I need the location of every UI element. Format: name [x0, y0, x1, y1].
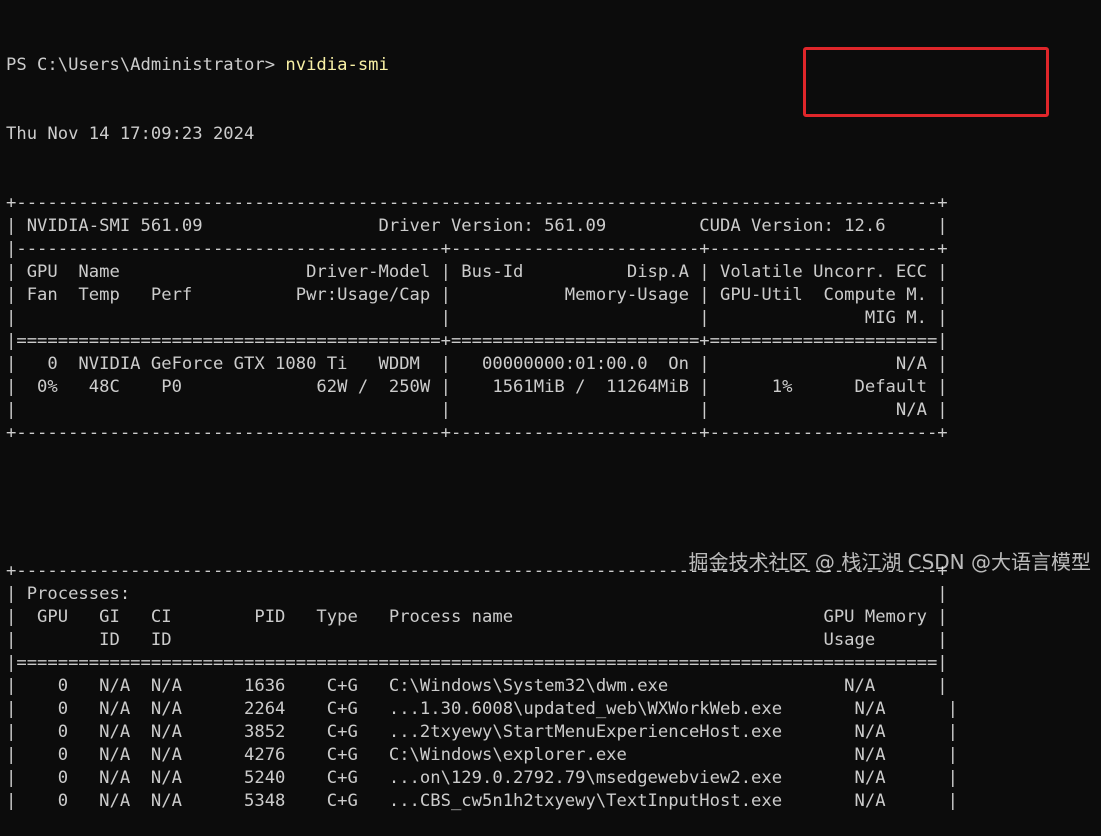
gpu-table-line: |=======================================…: [6, 331, 948, 351]
gpu-table-line: | 0 NVIDIA GeForce GTX 1080 Ti WDDM | 00…: [6, 354, 948, 374]
process-table: +---------------------------------------…: [6, 560, 958, 813]
gpu-table-line: +---------------------------------------…: [6, 423, 948, 443]
gpu-table-line: |---------------------------------------…: [6, 239, 948, 259]
process-table-line: | Processes: |: [6, 584, 948, 604]
process-table-line: | 0 N/A N/A 4276 C+G C:\Windows\explorer…: [6, 745, 958, 765]
process-table-line: | 0 N/A N/A 5348 C+G ...CBS_cw5n1h2txyew…: [6, 791, 958, 811]
prompt-path: PS C:\Users\Administrator>: [6, 55, 286, 75]
watermark-text: 掘金技术社区 @ 栈江湖 CSDN @大语言模型: [688, 550, 1091, 574]
process-table-line: | ID ID Usage |: [6, 630, 948, 650]
process-table-line: |=======================================…: [6, 653, 948, 673]
gpu-table-line: | Fan Temp Perf Pwr:Usage/Cap | Memory-U…: [6, 285, 948, 305]
process-table-line: | 0 N/A N/A 3852 C+G ...2txyewy\StartMen…: [6, 722, 958, 742]
gpu-table-line: | NVIDIA-SMI 561.09 Driver Version: 561.…: [6, 216, 948, 236]
gpu-table-line: | GPU Name Driver-Model | Bus-Id Disp.A …: [6, 262, 948, 282]
cuda-version-highlight-box: [803, 47, 1049, 117]
process-table-line: | 0 N/A N/A 2264 C+G ...1.30.6008\update…: [6, 699, 958, 719]
gpu-table-line: +---------------------------------------…: [6, 193, 948, 213]
command-text: nvidia-smi: [285, 55, 389, 75]
process-table-line: | 0 N/A N/A 5240 C+G ...on\129.0.2792.79…: [6, 768, 958, 788]
gpu-table-line: | | | MIG M. |: [6, 308, 948, 328]
terminal-output: PS C:\Users\Administrator> nvidia-smi Th…: [6, 8, 958, 836]
gpu-table-line: | | | N/A |: [6, 400, 948, 420]
timestamp-line: Thu Nov 14 17:09:23 2024: [6, 124, 255, 144]
process-table-line: | GPU GI CI PID Type Process name GPU Me…: [6, 607, 948, 627]
gpu-info-table: +---------------------------------------…: [6, 192, 958, 445]
gpu-table-line: | 0% 48C P0 62W / 250W | 1561MiB / 11264…: [6, 377, 948, 397]
process-table-line: | 0 N/A N/A 1636 C+G C:\Windows\System32…: [6, 676, 948, 696]
